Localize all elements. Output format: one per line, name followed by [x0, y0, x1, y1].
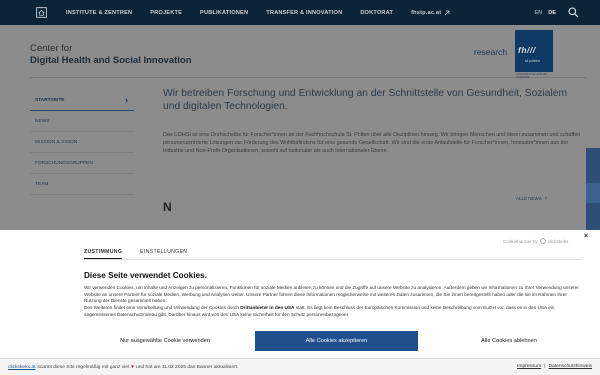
- impressum-link[interactable]: Impressum: [517, 364, 541, 369]
- nav-item-institute[interactable]: INSTITUTE & ZENTREN: [57, 0, 141, 25]
- use-selected-cookies-button[interactable]: Nur ausgewählte Cookie verwenden: [84, 331, 246, 351]
- side-navigation: STARTSEITE › NEWS MISSION & VISION FORSC…: [30, 90, 134, 195]
- chevron-right-icon: ›: [125, 95, 128, 105]
- cookie-text: Wir verwenden Cookies, um Inhalte und An…: [84, 285, 584, 325]
- footer-separator: |: [544, 364, 546, 369]
- cookie-tabs: ZUSTIMMUNG EINSTELLUNGEN: [84, 249, 187, 259]
- heart-icon: ♥: [131, 364, 135, 370]
- datenschutz-link[interactable]: Datenschutzhinweis: [549, 364, 593, 369]
- sidebar-item-label: NEWS: [35, 118, 50, 124]
- header-divider: [30, 77, 586, 78]
- clickskeks-link[interactable]: clickskeks.at: [8, 365, 35, 370]
- institute-name-prefix: Center for: [30, 43, 73, 54]
- nav-item-doktorat[interactable]: DOKTORAT: [351, 0, 402, 25]
- sidebar-item-news[interactable]: NEWS: [30, 111, 134, 132]
- clickskeks-logo-icon: [539, 238, 546, 244]
- sidebar-item-forschungsgruppen[interactable]: FORSCHUNGSGRUPPEN: [30, 153, 134, 174]
- accept-all-cookies-button[interactable]: Alle Cookies akzeptieren: [255, 331, 418, 351]
- credit-text: Cookiebanner by: [503, 238, 538, 244]
- top-navigation: INSTITUTE & ZENTREN PROJEKTE PUBLIKATION…: [0, 0, 600, 25]
- tab-divider: [84, 259, 582, 260]
- nav-item-publikationen[interactable]: PUBLIKATIONEN: [191, 0, 257, 25]
- institute-name: Digital Health and Social Innovation: [30, 55, 192, 66]
- lang-en[interactable]: EN: [534, 10, 542, 16]
- footer-text-2: und hat am 11.02.2025 das Banner aktuali…: [136, 364, 239, 370]
- sidebar-item-label: MISSION & VISION: [35, 139, 78, 145]
- nav-item-transfer[interactable]: TRANSFER & INNOVATION: [257, 0, 351, 25]
- cookie-title: Diese Seite verwendet Cookies.: [84, 271, 207, 280]
- fh-logo-sub: st.pölten: [525, 58, 541, 63]
- cookie-banner: × Cookiebanner by clickskeks ZUSTIMMUNG …: [0, 230, 600, 358]
- external-link-icon: [444, 10, 450, 15]
- search-icon[interactable]: [567, 6, 580, 19]
- home-icon[interactable]: [25, 0, 57, 25]
- sidebar-item-label: FORSCHUNGSGRUPPEN: [35, 160, 93, 166]
- reject-all-cookies-button[interactable]: Alle Cookies ablehnen: [428, 331, 590, 351]
- page-headline: Wir betreiben Forschung und Entwicklung …: [163, 88, 568, 112]
- side-image-detail: [586, 183, 600, 203]
- sidebar-item-label: STARTSEITE: [35, 97, 65, 103]
- sidebar-item-label: TEAM: [35, 181, 49, 187]
- cookie-text-2a: Des Weiteren findet eine Verarbeitung un…: [84, 305, 241, 311]
- sidebar-item-team[interactable]: TEAM: [30, 174, 134, 195]
- tab-zustimmung[interactable]: ZUSTIMMUNG: [84, 249, 123, 259]
- intro-paragraph: Das CDHSI ist eine Drehscheibe für Forsc…: [163, 132, 581, 155]
- tab-einstellungen[interactable]: EINSTELLUNGEN: [140, 249, 187, 259]
- fh-logo-text: fh///: [518, 45, 536, 55]
- external-link-label: fhstp.ac.at: [411, 9, 442, 16]
- fh-logo-tagline: UNIVERSITY OF APPLIED SCIENCES: [516, 73, 548, 79]
- language-switch: EN DE: [534, 0, 556, 25]
- nav-item-fhstp[interactable]: fhstp.ac.at: [402, 0, 459, 25]
- news-heading-peek: N: [163, 200, 172, 214]
- footer-notice: clickskeks.at scannt diese Site regelmäß…: [8, 364, 238, 370]
- sidebar-item-startseite[interactable]: STARTSEITE ›: [30, 90, 134, 111]
- sidebar-item-mission[interactable]: MISSION & VISION: [30, 132, 134, 153]
- cookie-text-2b: Drittanbieter in den USA: [240, 305, 295, 311]
- nav-item-projekte[interactable]: PROJEKTE: [141, 0, 191, 25]
- close-icon[interactable]: ×: [584, 233, 588, 240]
- cookie-footer: clickskeks.at scannt diese Site regelmäß…: [0, 358, 600, 375]
- credit-brand: clickskeks: [547, 238, 569, 244]
- lang-de[interactable]: DE: [548, 10, 556, 16]
- footer-links: Impressum | Datenschutzhinweis: [517, 364, 592, 369]
- cookie-text-1: Wir verwenden Cookies, um Inhalte und An…: [84, 285, 579, 304]
- chevron-right-icon: ›: [544, 195, 548, 202]
- research-label: research: [474, 47, 508, 57]
- all-news-link[interactable]: ALLE NEWS ›: [516, 195, 547, 202]
- footer-text-1: scannt diese Site regelmäßig mit ganz vi…: [37, 364, 130, 370]
- cookiebanner-credit: Cookiebanner by clickskeks: [503, 238, 568, 244]
- all-news-label: ALLE NEWS: [516, 196, 542, 201]
